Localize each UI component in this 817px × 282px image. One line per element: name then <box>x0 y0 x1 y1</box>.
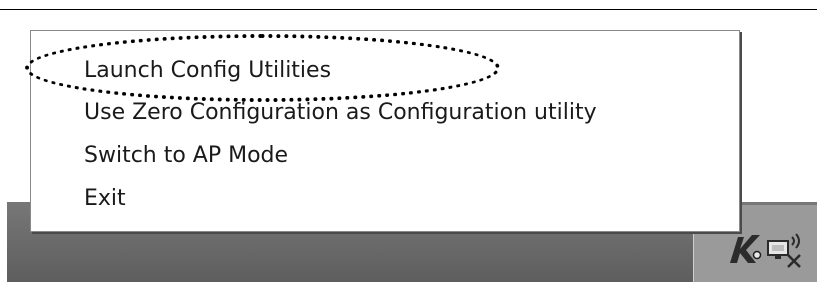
wireless-utility-icon[interactable] <box>724 229 768 269</box>
menu-item-exit[interactable]: Exit <box>84 181 126 217</box>
network-connection-disconnected-icon[interactable] <box>766 231 808 269</box>
menu-item-switch-to-ap-mode[interactable]: Switch to AP Mode <box>84 138 288 174</box>
menu-item-label: Use Zero Configuration as Configuration … <box>84 100 597 125</box>
menu-item-label: Launch Config Utilities <box>84 58 332 83</box>
menu-item-label: Switch to AP Mode <box>84 143 289 168</box>
menu-item-label: Exit <box>84 186 126 211</box>
menu-item-launch-config-utilities[interactable]: Launch Config Utilities <box>84 53 331 89</box>
tray-icons <box>724 227 814 271</box>
top-divider-line <box>0 9 817 10</box>
menu-item-use-zero-configuration[interactable]: Use Zero Configuration as Configuration … <box>84 95 597 131</box>
context-menu: Launch Config Utilities Use Zero Configu… <box>30 30 740 232</box>
